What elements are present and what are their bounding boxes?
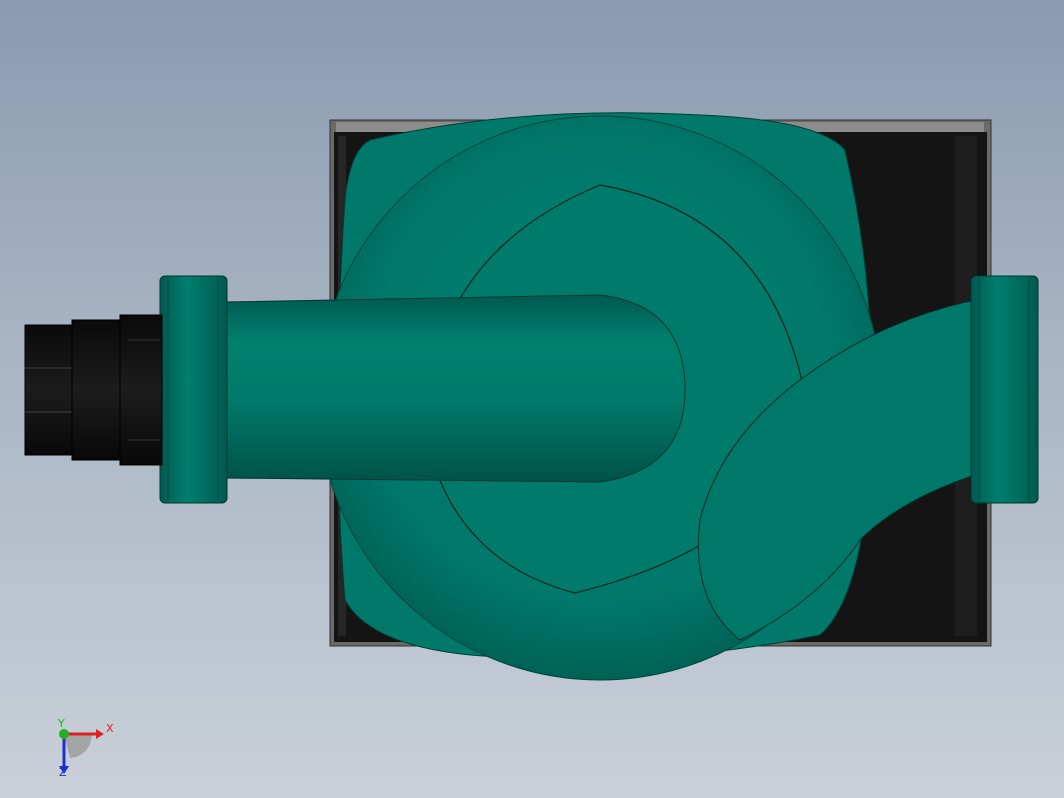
y-axis-dot xyxy=(59,729,69,739)
x-axis-arrow xyxy=(96,729,104,739)
orientation-triad[interactable]: X Z Y xyxy=(40,710,130,790)
x-axis-label: X xyxy=(106,722,114,735)
y-axis-label: Y xyxy=(57,717,65,730)
triad-plane-shade xyxy=(64,734,92,758)
graphics-viewport[interactable]: X Z Y xyxy=(0,0,1064,798)
pump-model[interactable] xyxy=(0,0,1064,798)
outlet-flange xyxy=(970,275,1039,504)
z-axis-label: Z xyxy=(59,766,67,779)
inlet-flange xyxy=(159,275,228,504)
motor-connector xyxy=(24,314,163,466)
inlet-pipe xyxy=(224,294,686,483)
